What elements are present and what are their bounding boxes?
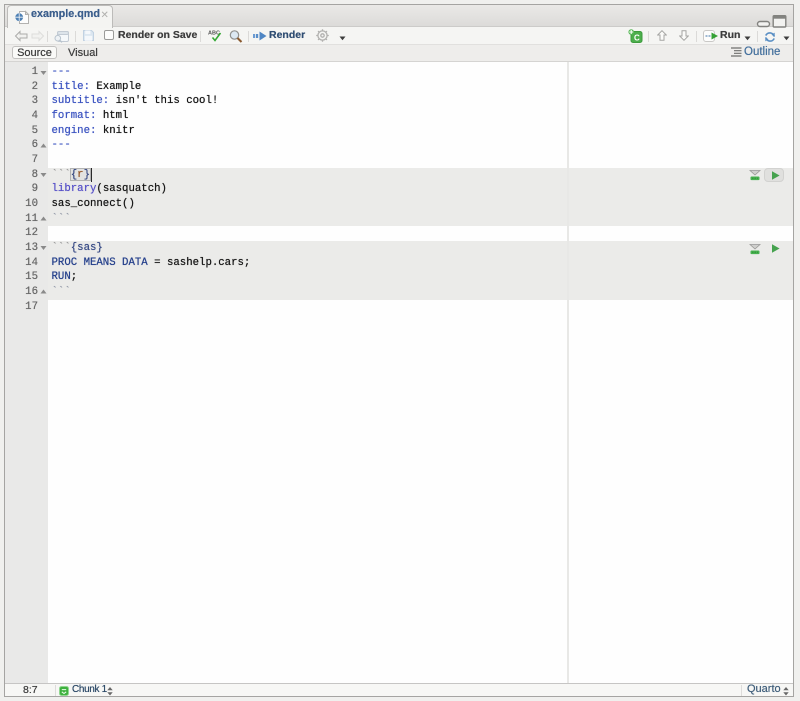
svg-text:C: C xyxy=(634,34,640,43)
